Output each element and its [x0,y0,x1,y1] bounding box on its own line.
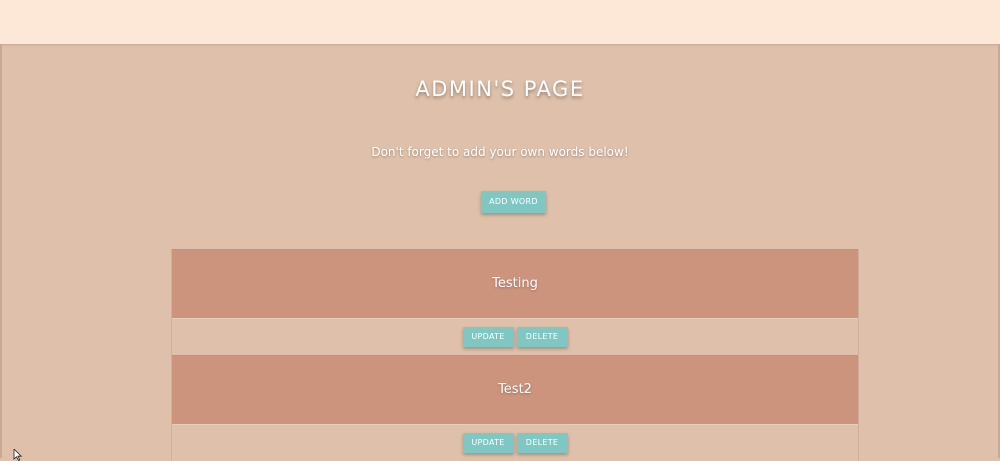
delete-button[interactable]: DELETE [517,327,568,347]
word-actions: UPDATE DELETE [172,424,858,461]
word-actions: UPDATE DELETE [172,318,858,355]
page-subtitle: Don't forget to add your own words below… [0,145,1000,159]
top-nav-bar [0,0,1000,44]
word-name: Test2 [172,355,858,424]
page-title: ADMIN'S PAGE [0,77,1000,101]
delete-button[interactable]: DELETE [517,433,568,453]
word-name: Testing [172,249,858,318]
word-list: Testing UPDATE DELETE Test2 UPDATE DELET… [171,249,859,461]
mouse-pointer-icon [13,449,23,461]
update-button[interactable]: UPDATE [463,433,514,453]
page-left-edge [0,44,2,458]
word-card: Test2 UPDATE DELETE [172,355,858,461]
update-button[interactable]: UPDATE [463,327,514,347]
word-card: Testing UPDATE DELETE [172,249,858,355]
add-word-button[interactable]: ADD WORD [481,191,546,213]
